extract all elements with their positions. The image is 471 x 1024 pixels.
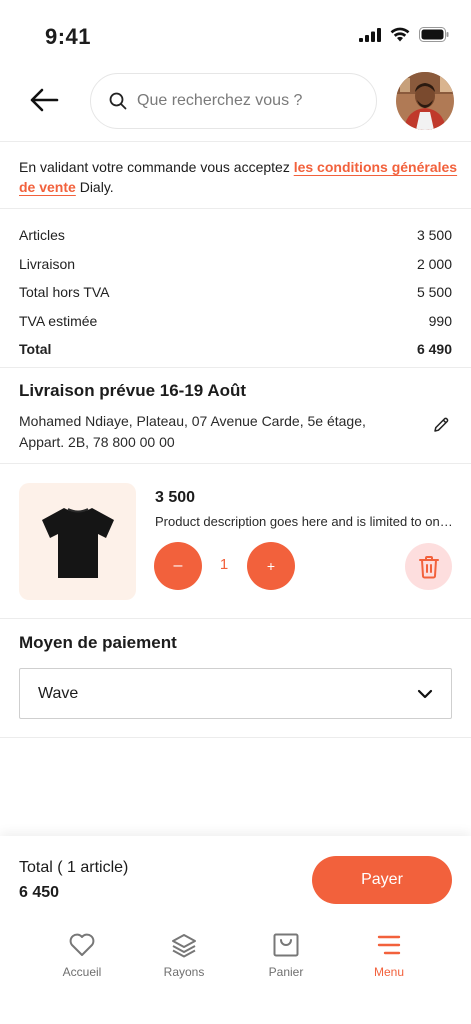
search-icon xyxy=(109,92,127,110)
header xyxy=(0,70,471,142)
checkout-total-label: Total ( 1 article) xyxy=(19,859,129,876)
summary-total-value: 6 490 xyxy=(416,341,452,358)
increase-quantity-button[interactable]: + xyxy=(247,542,295,590)
tshirt-icon xyxy=(41,507,114,578)
tab-bar: Accueil Rayons Panier Menu xyxy=(0,932,471,1002)
divider xyxy=(0,141,471,142)
delete-item-button[interactable] xyxy=(405,543,452,590)
summary-row: Total hors TVA 5 500 xyxy=(19,278,452,307)
divider xyxy=(0,367,471,368)
payment-method-select[interactable]: Wave xyxy=(19,668,452,719)
order-summary: Articles 3 500 Livraison 2 000 Total hor… xyxy=(19,221,452,364)
quantity-value: 1 xyxy=(219,556,229,573)
delivery-title: Livraison prévue 16-19 Août xyxy=(19,381,247,400)
avatar[interactable] xyxy=(396,72,454,130)
product-image[interactable] xyxy=(19,483,136,600)
layers-icon xyxy=(172,934,196,958)
menu-icon xyxy=(377,935,401,955)
tab-menu[interactable]: Menu xyxy=(349,932,429,979)
payment-title: Moyen de paiement xyxy=(19,633,177,652)
terms-prefix: En validant votre commande vous acceptez xyxy=(19,159,294,175)
tab-rayons[interactable]: Rayons xyxy=(144,932,224,979)
divider xyxy=(0,737,471,738)
summary-label: Livraison xyxy=(19,255,76,272)
bag-icon xyxy=(273,933,299,957)
summary-row: TVA estimée 990 xyxy=(19,307,452,336)
wifi-icon xyxy=(390,27,410,42)
status-bar: 9:41 xyxy=(0,0,471,70)
status-icons xyxy=(359,27,449,42)
product-description: Product description goes here and is lim… xyxy=(155,514,455,529)
chevron-down-icon xyxy=(417,689,433,698)
summary-value: 5 500 xyxy=(416,284,452,301)
search-input[interactable] xyxy=(137,92,357,110)
pay-button[interactable]: Payer xyxy=(312,856,452,904)
trash-icon xyxy=(418,555,439,578)
back-button[interactable] xyxy=(22,82,66,118)
payment-method-value: Wave xyxy=(38,684,79,702)
divider xyxy=(0,208,471,209)
checkout-total-value: 6 450 xyxy=(19,884,60,901)
tab-label: Panier xyxy=(268,965,304,979)
summary-value: 990 xyxy=(428,312,452,329)
battery-icon xyxy=(419,27,449,42)
delivery-address: Mohamed Ndiaye, Plateau, 07 Avenue Carde… xyxy=(19,413,366,450)
product-price: 3 500 xyxy=(155,489,196,506)
decrease-quantity-button[interactable]: – xyxy=(154,542,202,590)
summary-label: Articles xyxy=(19,227,65,244)
summary-label: Total hors TVA xyxy=(19,284,110,301)
tab-accueil[interactable]: Accueil xyxy=(42,932,122,979)
summary-value: 3 500 xyxy=(416,227,452,244)
user-photo xyxy=(396,72,454,130)
summary-label: TVA estimée xyxy=(19,312,98,329)
terms-suffix: Dialy. xyxy=(75,179,114,195)
summary-value: 2 000 xyxy=(416,255,452,272)
search-box[interactable] xyxy=(90,73,377,129)
heart-icon xyxy=(69,933,95,956)
divider xyxy=(0,618,471,619)
checkout-panel: Total ( 1 article) 6 450 Payer Accueil R… xyxy=(0,836,471,1024)
divider xyxy=(0,463,471,464)
tab-label: Accueil xyxy=(62,965,102,979)
tab-label: Rayons xyxy=(163,965,205,979)
status-time: 9:41 xyxy=(45,24,92,49)
summary-total-row: Total 6 490 xyxy=(19,335,452,364)
pencil-icon xyxy=(434,417,449,432)
edit-address-button[interactable] xyxy=(432,416,454,438)
summary-row: Articles 3 500 xyxy=(19,221,452,250)
arrow-left-icon xyxy=(30,88,59,112)
signal-icon xyxy=(359,27,381,42)
summary-row: Livraison 2 000 xyxy=(19,250,452,279)
summary-total-label: Total xyxy=(19,341,52,358)
tab-panier[interactable]: Panier xyxy=(246,932,326,979)
tab-label: Menu xyxy=(373,965,405,979)
terms-notice: En validant votre commande vous acceptez… xyxy=(19,157,459,197)
